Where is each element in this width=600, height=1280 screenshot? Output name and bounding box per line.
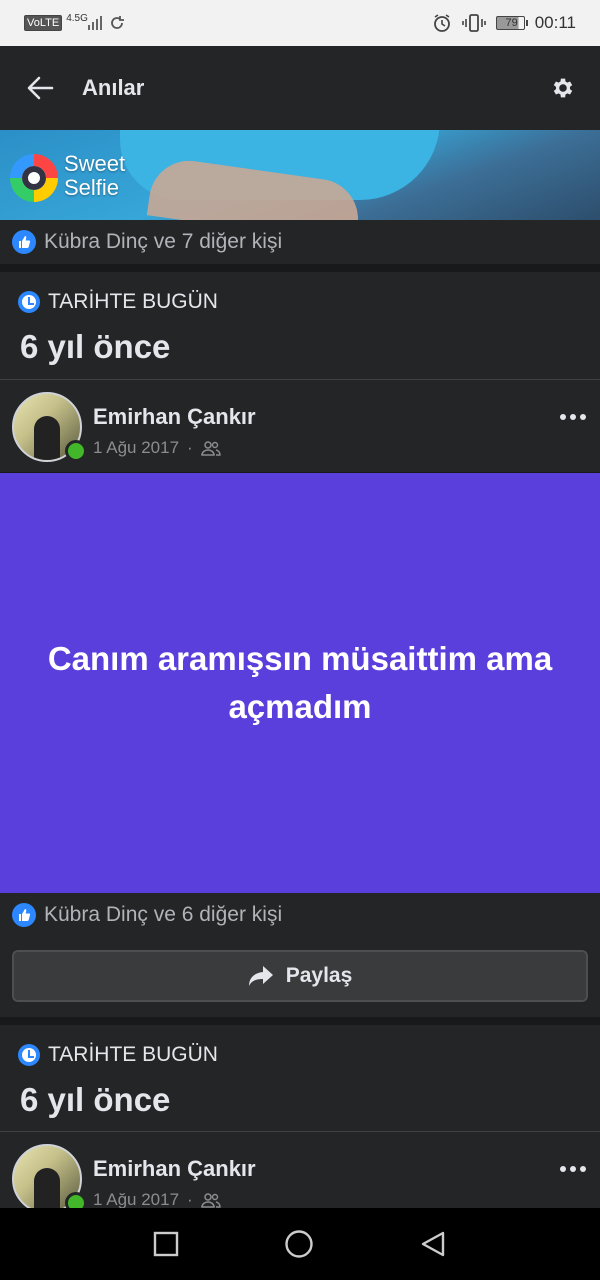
on-this-day-header: TARİHTE BUGÜN 6 yıl önce <box>0 272 600 379</box>
clock-time: 00:11 <box>534 13 576 32</box>
watermark-brand: Sweet Selfie <box>64 151 126 200</box>
separator-dot: · <box>187 1190 193 1208</box>
clock-icon <box>18 1044 40 1066</box>
system-nav-bar <box>0 1208 600 1280</box>
share-button[interactable]: Paylaş <box>12 950 588 1002</box>
section-label: TARİHTE BUGÜN <box>48 290 218 313</box>
back-arrow-icon[interactable] <box>24 72 56 104</box>
online-status-icon <box>65 440 87 462</box>
network-type: 4.5G <box>66 12 88 24</box>
sync-icon <box>111 16 124 29</box>
post-text-background[interactable]: Canım aramışsın müsaittim ama açmadım <box>0 473 600 893</box>
triangle-back-icon[interactable] <box>419 1230 447 1258</box>
friends-icon <box>200 441 221 456</box>
post-meta: 1 Ağu 2017 · <box>93 438 221 458</box>
clock-icon <box>18 291 40 313</box>
reactions-text: Kübra Dinç ve 7 diğer kişi <box>44 230 283 253</box>
post-meta: 1 Ağu 2017 · <box>93 1190 221 1208</box>
gear-icon[interactable] <box>550 75 576 101</box>
separator-dot: · <box>187 438 193 457</box>
share-section: Paylaş <box>0 937 600 1017</box>
thumbs-up-icon <box>12 230 36 254</box>
volte-indicator: VoLTE <box>24 15 63 31</box>
section-label: TARİHTE BUGÜN <box>48 1043 218 1066</box>
post-header: Emirhan Çankır 1 Ağu 2017 · <box>0 1132 600 1208</box>
thumbs-up-icon <box>12 903 36 927</box>
battery-indicator: 79 <box>496 16 528 30</box>
alarm-icon <box>434 14 451 32</box>
friends-icon <box>200 1193 221 1208</box>
on-this-day-header: TARİHTE BUGÜN 6 yıl önce <box>0 1025 600 1131</box>
square-icon[interactable] <box>153 1231 179 1257</box>
share-arrow-icon <box>248 966 273 986</box>
online-status-icon <box>65 1192 87 1208</box>
page-title: Anılar <box>82 75 145 100</box>
share-label: Paylaş <box>285 964 353 987</box>
more-horizontal-icon[interactable] <box>560 1166 586 1172</box>
sweet-selfie-logo-icon <box>10 154 58 202</box>
author-name[interactable]: Emirhan Çankır <box>93 1156 256 1182</box>
app-bar: Anılar <box>0 46 600 130</box>
years-ago: 6 yıl önce <box>20 1081 171 1118</box>
post-text: Canım aramışsın müsaittim ama açmadım <box>47 640 553 725</box>
post-date[interactable]: 1 Ağu 2017 <box>93 1190 179 1208</box>
vibrate-icon <box>462 14 487 32</box>
author-name[interactable]: Emirhan Çankır <box>93 404 256 430</box>
reactions-text: Kübra Dinç ve 6 diğer kişi <box>44 903 283 926</box>
years-ago: 6 yıl önce <box>20 328 171 365</box>
post-header: Emirhan Çankır 1 Ağu 2017 · <box>0 380 600 472</box>
circle-icon[interactable] <box>284 1229 314 1259</box>
signal-icon <box>87 16 102 30</box>
post-date[interactable]: 1 Ağu 2017 <box>93 438 179 458</box>
status-bar: VoLTE 4.5G 79 00:11 <box>0 0 600 46</box>
memory-photo[interactable]: Sweet Selfie <box>0 130 600 220</box>
reactions-summary[interactable]: Kübra Dinç ve 6 diğer kişi <box>0 893 600 937</box>
more-horizontal-icon[interactable] <box>560 414 586 420</box>
reactions-summary[interactable]: Kübra Dinç ve 7 diğer kişi <box>0 220 600 264</box>
